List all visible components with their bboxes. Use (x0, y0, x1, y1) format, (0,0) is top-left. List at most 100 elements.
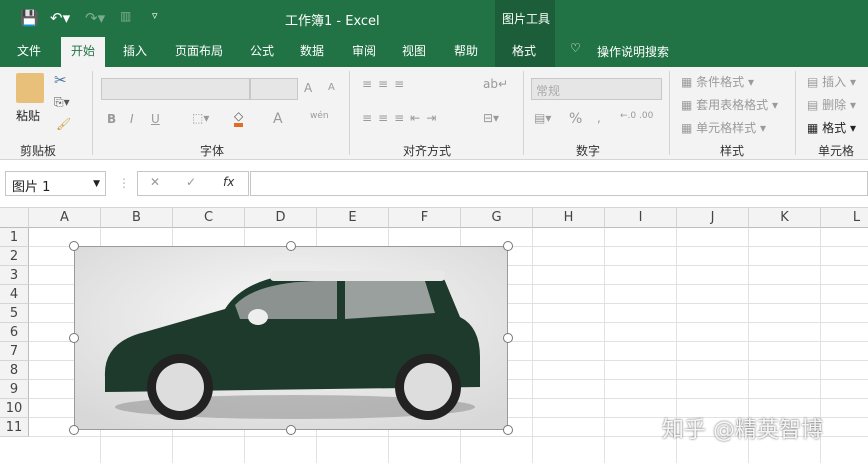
row-header[interactable]: 1 (0, 228, 29, 247)
redo-icon[interactable]: ↷▾ (85, 9, 105, 27)
column-header[interactable]: F (389, 208, 461, 228)
column-header[interactable]: E (317, 208, 389, 228)
row-header[interactable]: 9 (0, 380, 29, 399)
insert-cells-button[interactable]: ▤ 插入 ▾ (807, 73, 856, 90)
row-header[interactable]: 4 (0, 285, 29, 304)
chart-icon[interactable]: ▥ (120, 9, 131, 23)
copy-icon[interactable]: ⎘▾ (54, 95, 70, 110)
column-header[interactable]: K (749, 208, 821, 228)
row-header[interactable]: 6 (0, 323, 29, 342)
vertical-align-icons[interactable]: ≡≡≡ (362, 77, 410, 91)
cancel-icon[interactable]: ✕ (150, 175, 160, 189)
column-header[interactable]: H (533, 208, 605, 228)
format-as-table-button[interactable]: ▦ 套用表格格式 ▾ (681, 96, 778, 113)
picture-tools-label: 图片工具 (502, 12, 551, 26)
column-header[interactable]: J (677, 208, 749, 228)
wrap-text-icon[interactable]: ab↵ (483, 77, 508, 91)
resize-handle[interactable] (69, 333, 79, 343)
underline-button[interactable]: U (151, 112, 160, 126)
italic-button[interactable]: I (130, 112, 134, 126)
insert-function-button[interactable]: fx (223, 175, 234, 189)
grow-font-button[interactable]: A (304, 81, 312, 95)
lightbulb-icon[interactable]: ♡ (570, 41, 581, 55)
alignment-group-label: 对齐方式 (403, 144, 452, 158)
formula-bar: 图片 1 ▼ ⋮ ✕ ✓ fx (0, 160, 868, 208)
clipboard-group-label: 剪贴板 (20, 144, 57, 158)
border-icon[interactable]: ⬚▾ (192, 111, 209, 125)
column-header[interactable]: D (245, 208, 317, 228)
resize-handle[interactable] (69, 425, 79, 435)
tab-review[interactable]: 审阅 (352, 42, 376, 59)
decimal-icons[interactable]: ←.0 .00 (620, 111, 653, 121)
format-painter-icon[interactable]: 🖌 (56, 117, 71, 131)
tab-insert[interactable]: 插入 (123, 42, 147, 59)
window-title: 工作簿1 - Excel (285, 14, 380, 29)
row-header[interactable]: 7 (0, 342, 29, 361)
name-box[interactable]: 图片 1 ▼ (5, 171, 106, 196)
save-icon[interactable]: 💾 (20, 9, 39, 27)
row-header[interactable]: 2 (0, 247, 29, 266)
horizontal-align-icons[interactable]: ≡≡≡⇤⇥ (362, 111, 442, 125)
number-format-combo[interactable]: 常规 (531, 78, 662, 100)
undo-icon[interactable]: ↶▾ (50, 9, 70, 27)
row-header[interactable]: 11 (0, 418, 29, 437)
column-header[interactable]: L (821, 208, 868, 228)
tab-formulas[interactable]: 公式 (250, 42, 274, 59)
tab-file[interactable]: 文件 (17, 42, 41, 59)
resize-handle[interactable] (286, 241, 296, 251)
paste-icon[interactable] (16, 73, 44, 103)
phonetic-button[interactable]: wén (310, 111, 329, 121)
column-header[interactable]: C (173, 208, 245, 228)
font-group-label: 字体 (200, 144, 225, 158)
customize-qat-icon[interactable]: ▿ (152, 9, 158, 22)
row-header[interactable]: 5 (0, 304, 29, 323)
comma-button[interactable]: , (597, 111, 601, 125)
more-icon: ⋮ (118, 176, 130, 190)
percent-button[interactable]: % (569, 111, 582, 127)
column-header[interactable]: A (29, 208, 101, 228)
shrink-font-button[interactable]: A (328, 82, 335, 93)
car-picture[interactable] (74, 246, 508, 430)
ribbon: 粘贴 ✂ ⎘▾ 🖌 剪贴板 A A B I U ⬚▾ ◇ A wén 字体 ≡≡… (0, 67, 868, 160)
tab-home[interactable]: 开始 (61, 37, 106, 67)
tab-data[interactable]: 数据 (300, 42, 324, 59)
font-size-combo[interactable] (250, 78, 298, 100)
fill-color-icon[interactable]: ◇ (234, 109, 244, 127)
accounting-icon[interactable]: ▤▾ (534, 111, 551, 125)
resize-handle[interactable] (286, 425, 296, 435)
formula-buttons: ✕ ✓ fx (137, 171, 249, 196)
resize-handle[interactable] (503, 241, 513, 251)
merge-icon[interactable]: ⊟▾ (483, 111, 499, 125)
format-cells-button[interactable]: ▦ 格式 ▾ (807, 119, 856, 136)
tab-format[interactable]: 格式 (512, 42, 536, 59)
resize-handle[interactable] (69, 241, 79, 251)
column-header[interactable]: B (101, 208, 173, 228)
enter-icon[interactable]: ✓ (186, 175, 196, 189)
bold-button[interactable]: B (107, 112, 116, 126)
row-header[interactable]: 8 (0, 361, 29, 380)
gridline (532, 228, 533, 463)
number-group-label: 数字 (576, 144, 601, 158)
tab-view[interactable]: 视图 (402, 42, 426, 59)
delete-cells-button[interactable]: ▤ 删除 ▾ (807, 96, 856, 113)
font-color-button[interactable]: A (273, 111, 283, 127)
resize-handle[interactable] (503, 425, 513, 435)
tab-page-layout[interactable]: 页面布局 (175, 42, 223, 59)
column-header[interactable]: I (605, 208, 677, 228)
tell-me-search[interactable]: 操作说明搜索 (597, 43, 669, 60)
styles-group-label: 样式 (720, 144, 745, 158)
paste-button[interactable]: 粘贴 (16, 107, 40, 124)
tab-help[interactable]: 帮助 (454, 42, 478, 59)
row-header[interactable]: 10 (0, 399, 29, 418)
gridline (604, 228, 605, 463)
formula-input[interactable] (250, 171, 868, 196)
cells-group-label: 单元格 (818, 144, 855, 158)
font-name-combo[interactable] (101, 78, 250, 100)
column-header[interactable]: G (461, 208, 533, 228)
row-header[interactable]: 3 (0, 266, 29, 285)
cut-icon[interactable]: ✂ (54, 71, 67, 89)
cell-styles-button[interactable]: ▦ 单元格样式 ▾ (681, 119, 766, 136)
conditional-format-button[interactable]: ▦ 条件格式 ▾ (681, 73, 754, 90)
resize-handle[interactable] (503, 333, 513, 343)
select-all[interactable] (0, 208, 29, 228)
